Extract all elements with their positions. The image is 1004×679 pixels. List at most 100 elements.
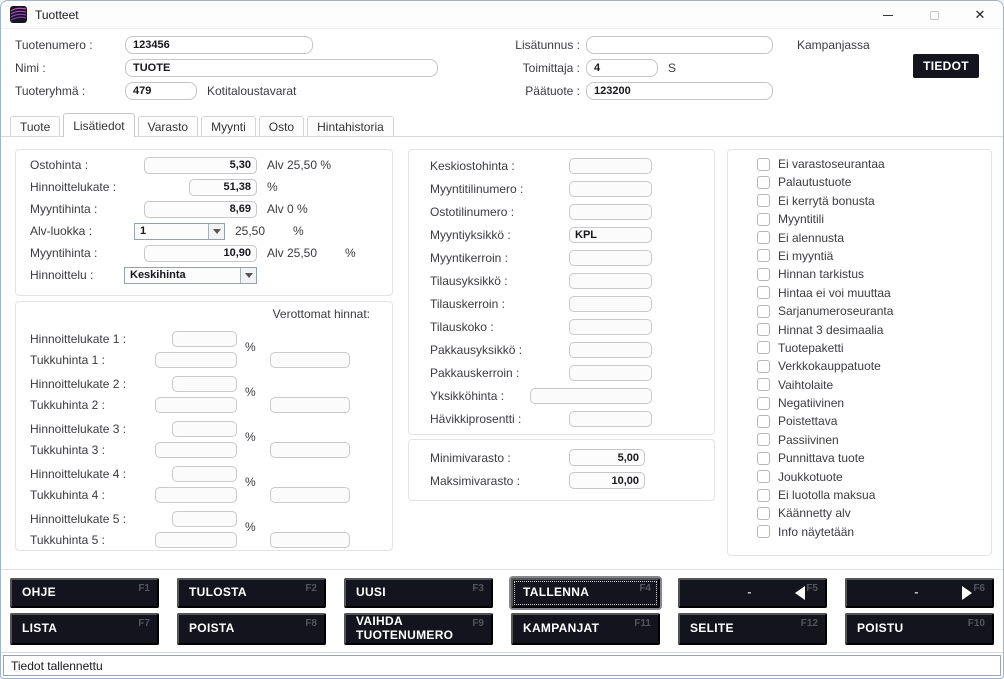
tukku-input[interactable] (155, 487, 237, 503)
function-button[interactable]: VAIHDA TUOTENUMERO F9 (344, 613, 493, 645)
tukku-input[interactable] (155, 352, 237, 368)
pricing-field[interactable]: Keskihinta (124, 267, 257, 284)
units-input[interactable] (569, 411, 652, 427)
tiedot-button[interactable]: TIEDOT (913, 54, 979, 78)
units-input[interactable] (569, 319, 652, 335)
tuoteryhma-name: Kotitaloustavarat (207, 84, 296, 98)
pricing-field[interactable]: 51,38 (189, 179, 257, 196)
checkbox-icon[interactable] (757, 194, 770, 207)
chevron-down-icon[interactable] (240, 268, 256, 283)
tukku-input[interactable] (155, 532, 237, 548)
tab[interactable]: Lisätiedot (63, 113, 134, 137)
veroton-hinta-input[interactable] (270, 532, 350, 548)
function-button[interactable]: OHJE F1 (10, 578, 159, 608)
minimize-icon[interactable] (865, 1, 911, 29)
checkbox-icon[interactable] (757, 360, 770, 373)
checkbox-icon[interactable] (757, 176, 770, 189)
paatuote-input[interactable] (586, 82, 773, 100)
button-label: OHJE (22, 586, 82, 600)
nimi-input[interactable] (125, 59, 438, 77)
checkbox-icon[interactable] (757, 286, 770, 299)
units-input[interactable] (530, 388, 652, 404)
function-button[interactable]: - F5 (678, 578, 827, 608)
tuoteryhma-input[interactable] (125, 82, 197, 100)
units-input[interactable] (569, 181, 652, 197)
kate-input[interactable] (172, 421, 237, 437)
function-button-bar: OHJE F1 TULOSTA F2 UUSI F3 TALLENNA F4 (1, 569, 1003, 653)
function-button[interactable]: POISTU F10 (845, 613, 994, 645)
checkbox-icon[interactable] (757, 415, 770, 428)
checkbox-icon[interactable] (757, 489, 770, 502)
function-button[interactable]: TALLENNA F4 (511, 578, 660, 608)
stock-input[interactable] (569, 472, 645, 489)
kate-input[interactable] (172, 511, 237, 527)
pricing-field[interactable]: 1 (134, 223, 225, 240)
chevron-down-icon[interactable] (208, 224, 224, 239)
veroton-hinta-input[interactable] (270, 442, 350, 458)
units-input[interactable] (569, 296, 652, 312)
tab[interactable]: Osto (259, 116, 304, 136)
kate-percent: % (245, 385, 256, 399)
checkbox-icon[interactable] (757, 525, 770, 538)
pricing-suffix: Alv 25,50 (267, 246, 317, 260)
checkbox-icon[interactable] (757, 249, 770, 262)
units-row: Pakkauskerroin : (409, 361, 714, 384)
window-controls: ✕ (865, 1, 1003, 29)
units-input[interactable] (569, 273, 652, 289)
tuotenumero-input[interactable] (125, 36, 313, 54)
veroton-hinta-input[interactable] (270, 397, 350, 413)
pricing-row: Ostohinta : 5,30 Alv 25,50 % (16, 157, 392, 173)
units-input[interactable] (569, 250, 652, 266)
units-input[interactable] (569, 365, 652, 381)
lisatunnus-input[interactable] (586, 36, 773, 54)
pricing-field[interactable]: 5,30 (144, 157, 257, 174)
checkbox-icon[interactable] (757, 268, 770, 281)
function-button[interactable]: - F6 (845, 578, 994, 608)
tukku-input[interactable] (155, 397, 237, 413)
checkbox-icon[interactable] (757, 507, 770, 520)
kate-input[interactable] (172, 376, 237, 392)
close-icon[interactable]: ✕ (957, 1, 1003, 29)
checkbox-icon[interactable] (757, 323, 770, 336)
flag-label: Palautustuote (778, 175, 851, 189)
stock-input[interactable] (569, 449, 645, 466)
tukku-input[interactable] (155, 442, 237, 458)
units-row: Tilausyksikkö : (409, 269, 714, 292)
units-input[interactable] (569, 342, 652, 358)
flag-row: Hinnat 3 desimaalia (757, 323, 991, 337)
function-button[interactable]: KAMPANJAT F11 (511, 613, 660, 645)
checkbox-icon[interactable] (757, 397, 770, 410)
veroton-hinta-input[interactable] (270, 487, 350, 503)
checkbox-icon[interactable] (757, 470, 770, 483)
pricing-field[interactable]: 10,90 (144, 245, 257, 262)
checkbox-icon[interactable] (757, 213, 770, 226)
veroton-hinta-input[interactable] (270, 352, 350, 368)
function-button[interactable]: POISTA F8 (177, 613, 326, 645)
function-button[interactable]: LISTA F7 (10, 613, 159, 645)
units-label: Myyntikerroin : (430, 251, 569, 265)
checkbox-icon[interactable] (757, 341, 770, 354)
checkbox-icon[interactable] (757, 158, 770, 171)
fkey-label: F7 (138, 618, 150, 630)
checkbox-icon[interactable] (757, 433, 770, 446)
tab[interactable]: Hintahistoria (307, 116, 394, 136)
units-input[interactable] (569, 158, 652, 174)
checkbox-icon[interactable] (757, 378, 770, 391)
function-button[interactable]: SELITE F12 (678, 613, 827, 645)
function-button[interactable]: UUSI F3 (344, 578, 493, 608)
function-button[interactable]: TULOSTA F2 (177, 578, 326, 608)
toimittaja-input[interactable] (586, 59, 658, 77)
units-input[interactable] (569, 204, 652, 220)
checkbox-icon[interactable] (757, 452, 770, 465)
pricing-field[interactable]: 8,69 (144, 201, 257, 218)
checkbox-icon[interactable] (757, 231, 770, 244)
units-input[interactable] (569, 227, 652, 243)
kate-input[interactable] (172, 331, 237, 347)
tab[interactable]: Tuote (10, 116, 60, 136)
kate-input[interactable] (172, 466, 237, 482)
tukku-label: Tukkuhinta 3 : (30, 443, 155, 457)
flag-row: Ei alennusta (757, 231, 991, 245)
tab[interactable]: Varasto (138, 116, 198, 136)
checkbox-icon[interactable] (757, 305, 770, 318)
tab[interactable]: Myynti (201, 116, 256, 136)
